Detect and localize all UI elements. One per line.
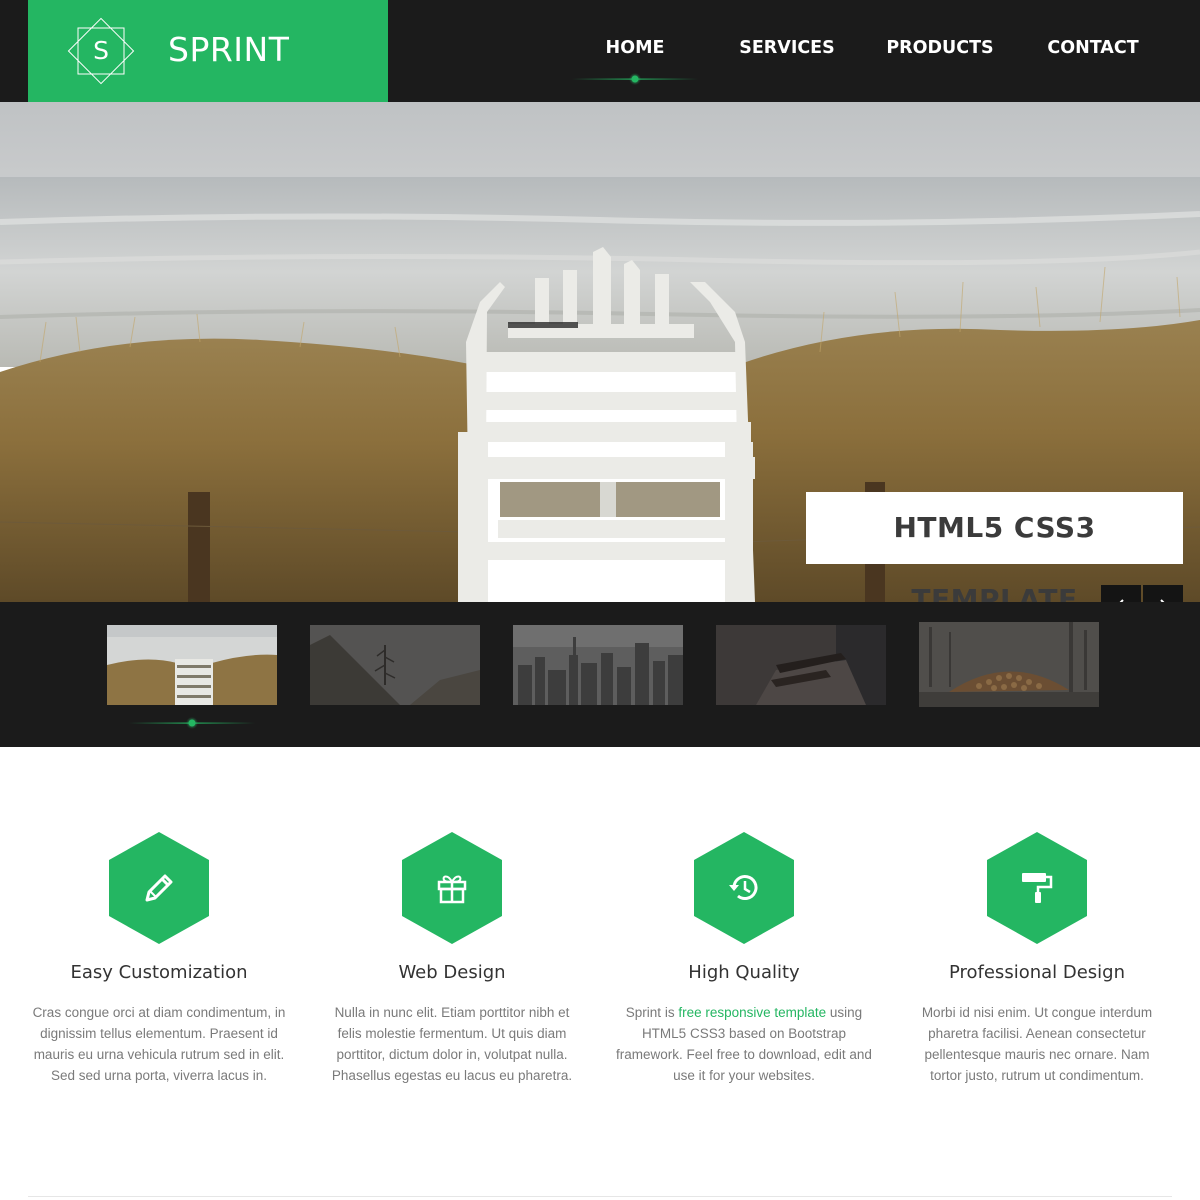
nav-active-indicator xyxy=(572,73,698,85)
site-name: SPRINT xyxy=(168,30,290,69)
nav-home[interactable]: HOME xyxy=(572,38,698,66)
nav-services[interactable]: SERVICES xyxy=(727,38,847,66)
logo-diamond-icon: S xyxy=(58,8,144,94)
feature-description: Nulla in nunc elit. Etiam porttitor nibh… xyxy=(331,1005,573,1083)
nav-contact[interactable]: CONTACT xyxy=(1033,38,1153,66)
feature-description: Sprint is free responsive template using… xyxy=(616,1005,872,1083)
history-icon xyxy=(729,875,758,900)
feature-description: Morbi id nisi enim. Ut congue interdum p… xyxy=(921,1005,1153,1083)
thumbnail-strip xyxy=(0,602,1200,747)
feature-web-design: Web Design Nulla in nunc elit. Etiam por… xyxy=(306,832,598,1086)
thumbnail-log-pile[interactable] xyxy=(919,622,1099,707)
paint-roller-icon xyxy=(1022,873,1053,903)
gift-icon xyxy=(437,875,467,904)
feature-hexagon xyxy=(987,832,1087,944)
feature-hexagon xyxy=(694,832,794,944)
thumbnail-city-skyline[interactable] xyxy=(513,625,683,705)
feature-hexagon xyxy=(402,832,502,944)
site-header: S SPRINT HOME SERVICES PRODUCTS CONTACT xyxy=(0,0,1200,102)
logo-letter: S xyxy=(93,36,109,65)
free-template-link[interactable]: free responsive template xyxy=(678,1005,826,1020)
hero-caption: HTML5 CSS3 TEMPLATE xyxy=(806,492,1183,602)
brand-logo[interactable]: S SPRINT xyxy=(28,0,388,102)
feature-professional-design: Professional Design Morbi id nisi enim. … xyxy=(891,832,1183,1086)
slider-prev-button[interactable] xyxy=(1101,585,1141,602)
thumbnail-misty-forest[interactable] xyxy=(310,625,480,705)
slider-next-button[interactable] xyxy=(1143,585,1183,602)
thumbnail-active-indicator xyxy=(129,717,255,729)
feature-title: High Quality xyxy=(688,962,800,983)
feature-high-quality: High Quality Sprint is free responsive t… xyxy=(598,832,890,1086)
feature-hexagon xyxy=(109,832,209,944)
hero-slider: HTML5 CSS3 TEMPLATE xyxy=(0,102,1200,602)
feature-description: Cras congue orci at diam condimentum, in… xyxy=(32,1005,286,1083)
thumbnail-beach-stairs[interactable] xyxy=(107,625,277,705)
pencil-icon xyxy=(145,874,173,902)
thumbnail-park-bench[interactable] xyxy=(716,625,886,705)
section-divider xyxy=(28,1196,1172,1197)
nav-products[interactable]: PRODUCTS xyxy=(875,38,1005,66)
feature-title: Easy Customization xyxy=(70,962,248,983)
feature-title: Web Design xyxy=(398,962,506,983)
feature-title: Professional Design xyxy=(948,962,1126,983)
feature-easy-customization: Easy Customization Cras congue orci at d… xyxy=(13,832,305,1086)
